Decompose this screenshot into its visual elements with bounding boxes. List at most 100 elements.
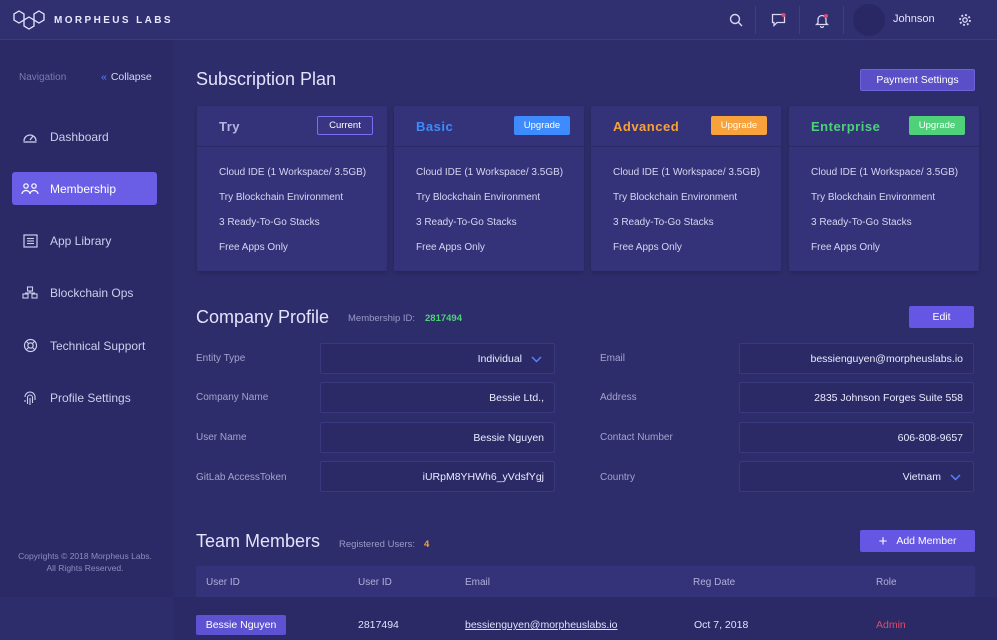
bell-icon[interactable] (812, 10, 832, 30)
sidebar-item-membership[interactable]: Membership (12, 172, 157, 205)
divider (394, 146, 584, 147)
blocks-icon (20, 283, 40, 303)
sidebar-item-label: Profile Settings (50, 390, 131, 405)
plan-name: Try (219, 119, 241, 134)
logo-text: MORPHEUS LABS (54, 14, 173, 26)
column-header: User ID (206, 577, 240, 588)
field-label: Contact Number (600, 432, 673, 443)
upgrade-enterprise-button[interactable]: Upgrade (909, 116, 965, 135)
collapse-label: Collapse (110, 71, 152, 83)
collapse-button[interactable]: «Collapse (101, 71, 152, 83)
nav-heading: Navigation (19, 72, 67, 83)
plan-name: Advanced (613, 119, 680, 134)
upgrade-advanced-button[interactable]: Upgrade (711, 116, 767, 135)
plan-card-basic: Basic Upgrade Cloud IDE (1 Workspace/ 3.… (394, 106, 584, 271)
team-members-title: Team Members (196, 531, 321, 551)
logo[interactable]: MORPHEUS LABS (12, 9, 173, 31)
email-value: bessienguyen@morpheuslabs.io (810, 352, 963, 365)
plan-feature: 3 Ready-To-Go Stacks (613, 217, 714, 228)
membership-id-label: Membership ID: (348, 313, 416, 324)
email-field[interactable]: bessienguyen@morpheuslabs.io (739, 343, 974, 374)
registered-users-label: Registered Users: (339, 539, 416, 550)
company-name-field[interactable]: Bessie Ltd., (320, 382, 555, 413)
edit-button[interactable]: Edit (909, 306, 974, 328)
sidebar-item-label: Technical Support (50, 338, 146, 353)
company-profile-title: Company Profile (196, 307, 330, 327)
sidebar-item-dashboard[interactable]: Dashboard (12, 120, 157, 153)
plan-name: Enterprise (811, 119, 881, 134)
column-header: Role (876, 577, 897, 588)
field-label: Address (600, 392, 637, 403)
field-label: Country (600, 472, 636, 483)
sidebar-item-technical-support[interactable]: Technical Support (12, 329, 157, 362)
field-label: User Name (196, 432, 247, 443)
logo-icon (13, 10, 45, 30)
contact-number-value: 606-808-9657 (897, 431, 963, 444)
plan-card-enterprise: Enterprise Upgrade Cloud IDE (1 Workspac… (789, 106, 979, 271)
member-email-link[interactable]: bessienguyen@morpheuslabs.io (465, 619, 618, 631)
current-plan-button[interactable]: Current (317, 116, 373, 135)
chat-icon[interactable] (768, 10, 788, 30)
gitlab-token-field[interactable]: iURpM8YHWh6_yVdsfYgj (320, 461, 555, 492)
column-header: User ID (358, 577, 392, 588)
users-icon (20, 179, 40, 199)
divider (197, 146, 387, 147)
chevron-left-icon: « (101, 71, 107, 83)
divider (789, 146, 979, 147)
plan-feature: Free Apps Only (811, 242, 880, 253)
upgrade-basic-button[interactable]: Upgrade (514, 116, 570, 135)
field-label: Entity Type (196, 353, 246, 364)
contact-number-field[interactable]: 606-808-9657 (739, 422, 974, 453)
plan-feature: Cloud IDE (1 Workspace/ 3.5GB) (613, 167, 761, 178)
divider (843, 6, 844, 34)
payment-settings-button[interactable]: Payment Settings (860, 69, 975, 91)
column-header: Email (465, 577, 491, 588)
membership-id-value: 2817494 (425, 313, 462, 324)
sidebar-item-profile-settings[interactable]: Profile Settings (12, 381, 157, 414)
divider (755, 6, 756, 34)
entity-type-value: Individual (477, 352, 522, 365)
entity-type-select[interactable]: Individual (320, 343, 555, 374)
plan-name: Basic (416, 119, 454, 134)
plan-feature: 3 Ready-To-Go Stacks (416, 217, 517, 228)
subscription-title: Subscription Plan (196, 69, 337, 89)
avatar[interactable] (853, 4, 885, 36)
add-member-button[interactable]: + Add Member (860, 530, 975, 552)
support-icon (20, 336, 40, 356)
sidebar-item-blockchain-ops[interactable]: Blockchain Ops (12, 276, 157, 309)
member-name-chip[interactable]: Bessie Nguyen (196, 615, 286, 635)
gear-icon[interactable] (955, 10, 975, 30)
add-member-label: Add Member (896, 535, 957, 547)
country-value: Vietnam (902, 470, 941, 483)
username[interactable]: Johnson (893, 13, 935, 25)
plan-card-try: Try Current Cloud IDE (1 Workspace/ 3.5G… (197, 106, 387, 271)
plus-icon: + (878, 532, 888, 550)
user-name-field[interactable]: Bessie Nguyen (320, 422, 555, 453)
copyright: Copyrights © 2018 Morpheus Labs. All Rig… (0, 550, 170, 574)
plan-feature: Free Apps Only (613, 242, 682, 253)
company-name-value: Bessie Ltd., (489, 391, 544, 404)
top-bar: MORPHEUS LABS Johnson (0, 0, 997, 40)
address-field[interactable]: 2835 Johnson Forges Suite 558 (739, 382, 974, 413)
field-label: Company Name (196, 392, 269, 403)
registered-users-count: 4 (424, 539, 430, 550)
sidebar-item-label: Dashboard (50, 129, 109, 144)
sidebar-item-app-library[interactable]: App Library (12, 224, 157, 257)
plan-feature: Try Blockchain Environment (416, 192, 541, 203)
member-id: 2817494 (358, 619, 399, 631)
address-value: 2835 Johnson Forges Suite 558 (814, 391, 963, 404)
plan-card-advanced: Advanced Upgrade Cloud IDE (1 Workspace/… (591, 106, 781, 271)
plan-feature: Cloud IDE (1 Workspace/ 3.5GB) (416, 167, 564, 178)
chevron-down-icon (950, 472, 961, 484)
country-select[interactable]: Vietnam (739, 461, 974, 492)
divider (799, 6, 800, 34)
plan-feature: 3 Ready-To-Go Stacks (811, 217, 912, 228)
sidebar-item-label: App Library (50, 233, 112, 248)
divider (591, 146, 781, 147)
gitlab-token-value: iURpM8YHWh6_yVdsfYgj (422, 470, 544, 483)
member-role: Admin (876, 619, 906, 631)
plan-feature: 3 Ready-To-Go Stacks (219, 217, 320, 228)
fingerprint-icon (20, 388, 40, 408)
field-label: Email (600, 353, 626, 364)
search-icon[interactable] (726, 10, 746, 30)
